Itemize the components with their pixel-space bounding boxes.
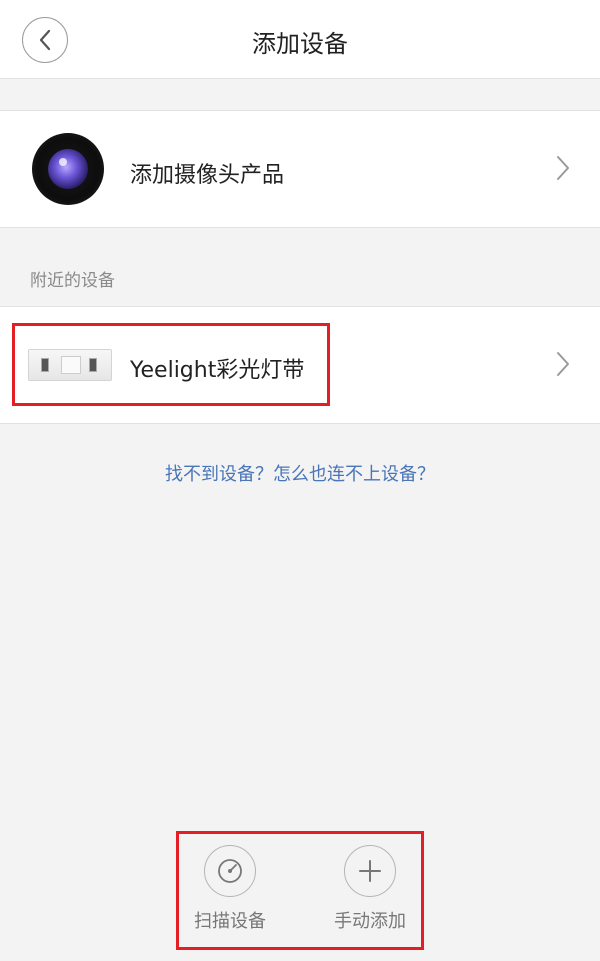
add-camera-row[interactable]: 添加摄像头产品 <box>0 110 600 228</box>
highlight-box-device <box>12 323 330 406</box>
nearby-section-title: 附近的设备 <box>30 271 115 291</box>
page-title: 添加设备 <box>252 30 348 58</box>
camera-lens-icon <box>32 133 104 205</box>
chevron-right-icon <box>557 352 569 376</box>
chevron-right-icon <box>557 156 569 180</box>
add-camera-label: 添加摄像头产品 <box>130 163 285 188</box>
help-link[interactable]: 找不到设备？怎么也连不上设备？ <box>0 460 600 486</box>
highlight-box-actions <box>176 831 424 950</box>
app-header: 添加设备 <box>0 0 600 79</box>
